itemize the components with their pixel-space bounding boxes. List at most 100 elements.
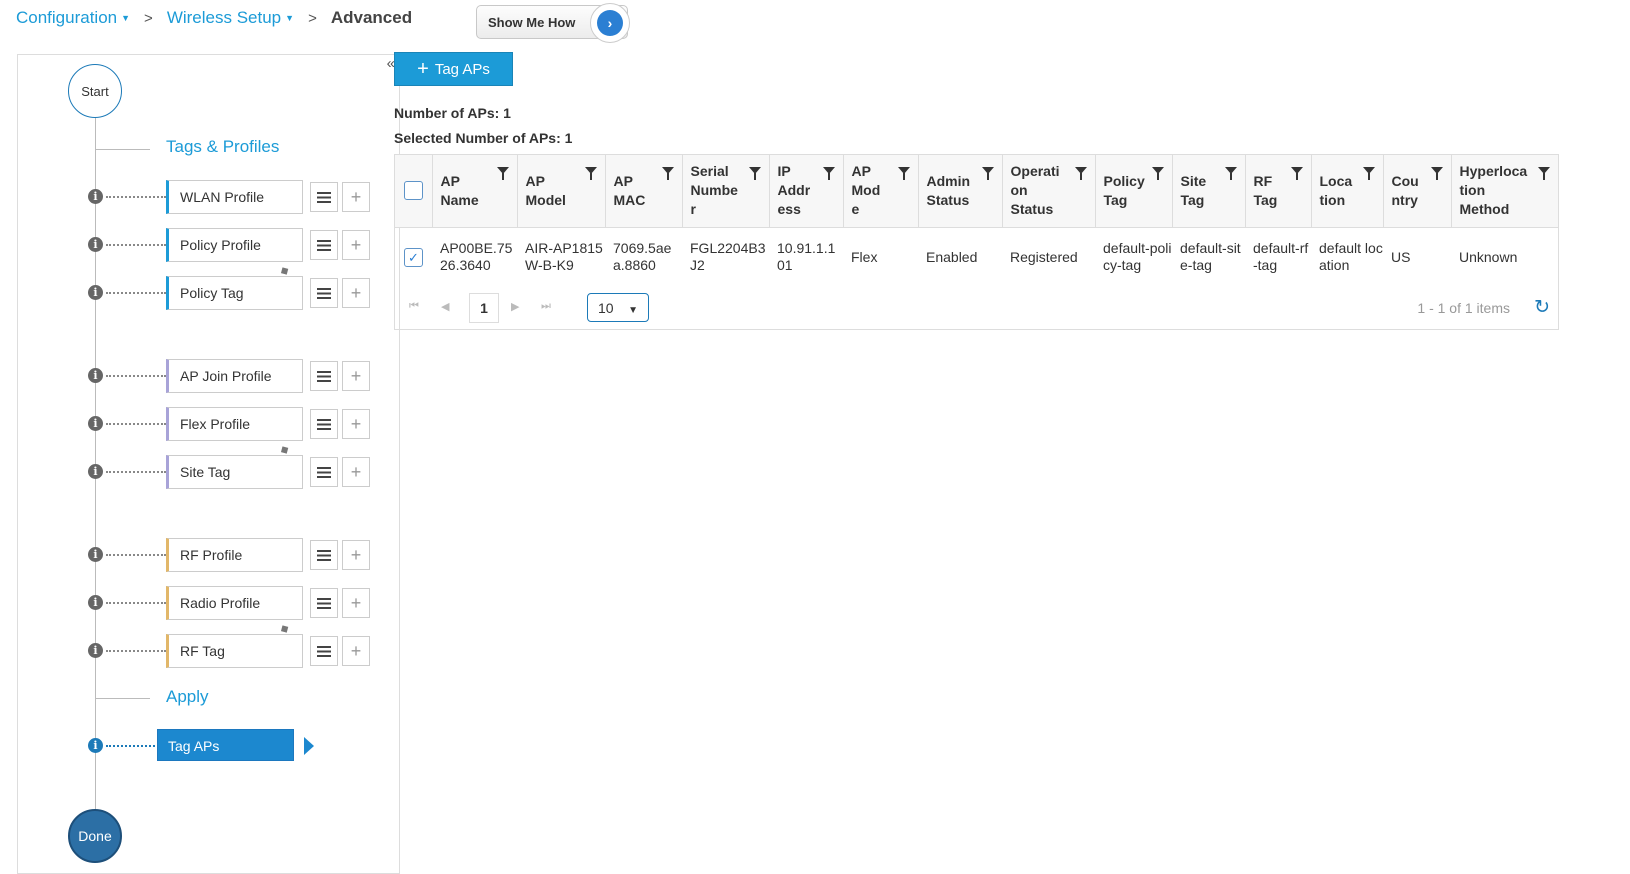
page-size-value: 10 (598, 300, 614, 316)
cell-ap-mode: Flex (851, 248, 878, 265)
info-icon[interactable]: i (88, 738, 103, 753)
info-icon[interactable]: i (88, 189, 103, 204)
show-me-how-button[interactable]: Show Me How › (476, 3, 630, 43)
first-page-icon[interactable]: ⏮ (409, 300, 419, 313)
filter-icon[interactable] (1290, 167, 1303, 180)
col-ap-mac[interactable]: AP MAC (605, 155, 683, 227)
step-site-tag[interactable]: Site Tag (166, 455, 303, 489)
list-button[interactable] (310, 278, 338, 308)
filter-icon[interactable] (822, 167, 835, 180)
step-flex-profile[interactable]: Flex Profile (166, 407, 303, 441)
info-icon[interactable]: i (88, 285, 103, 300)
tag-aps-button[interactable]: + Tag APs (394, 52, 513, 86)
filter-icon[interactable] (584, 167, 597, 180)
list-button[interactable] (310, 588, 338, 618)
info-icon[interactable]: i (88, 464, 103, 479)
breadcrumb-configuration[interactable]: Configuration ▼ (16, 8, 130, 28)
list-button[interactable] (310, 540, 338, 570)
filter-icon[interactable] (897, 167, 910, 180)
add-button[interactable]: + (342, 230, 370, 260)
col-policy-tag[interactable]: Policy Tag (1095, 155, 1173, 227)
filter-icon[interactable] (1224, 167, 1237, 180)
col-ap-mode[interactable]: AP Mod e (843, 155, 919, 227)
section-title-apply: Apply (166, 687, 209, 706)
last-page-icon[interactable]: ⏭ (541, 300, 551, 313)
list-button[interactable] (310, 636, 338, 666)
info-icon[interactable]: i (88, 595, 103, 610)
select-all-checkbox[interactable] (403, 181, 423, 201)
list-button[interactable] (310, 182, 338, 212)
filter-icon[interactable] (1074, 167, 1087, 180)
col-ap-model[interactable]: AP Model (517, 155, 606, 227)
col-label: Admin Status (926, 172, 971, 208)
step-rf-profile[interactable]: RF Profile (166, 538, 303, 572)
col-admin-status[interactable]: Admin Status (918, 155, 1003, 227)
show-me-how-circle[interactable]: › (590, 3, 630, 43)
info-icon[interactable]: i (88, 643, 103, 658)
add-button[interactable]: + (342, 278, 370, 308)
cell-admin-status: Enabled (926, 248, 978, 265)
current-page[interactable]: 1 (469, 293, 499, 323)
step-radio-profile[interactable]: Radio Profile (166, 586, 303, 620)
step-tag-aps[interactable]: Tag APs (157, 729, 294, 761)
start-node: Start (68, 64, 122, 118)
col-country[interactable]: Cou ntry (1383, 155, 1452, 227)
add-button[interactable]: + (342, 540, 370, 570)
add-button[interactable]: + (342, 409, 370, 439)
info-icon[interactable]: i (88, 416, 103, 431)
col-site-tag[interactable]: Site Tag (1172, 155, 1246, 227)
section-connector (96, 698, 150, 699)
col-operation-status[interactable]: Operati on Status (1002, 155, 1096, 227)
step-row-flex-profile: i Flex Profile + (18, 407, 398, 441)
col-location[interactable]: Loca tion (1311, 155, 1384, 227)
page-size-select[interactable]: 10 ▼ (587, 293, 649, 322)
add-button[interactable]: + (342, 182, 370, 212)
step-wlan-profile[interactable]: WLAN Profile (166, 180, 303, 214)
add-button[interactable]: + (342, 588, 370, 618)
info-icon[interactable]: i (88, 368, 103, 383)
list-button[interactable] (310, 361, 338, 391)
info-icon[interactable]: i (88, 237, 103, 252)
filter-icon[interactable] (661, 167, 674, 180)
filter-icon[interactable] (981, 167, 994, 180)
filter-icon[interactable] (1430, 167, 1443, 180)
step-row-site-tag: i Site Tag ◆ + (18, 443, 398, 489)
filter-icon[interactable] (496, 167, 509, 180)
list-button[interactable] (310, 457, 338, 487)
table-row[interactable]: ✓ AP00BE.7526.3640 AIR-AP1815W-B-K9 7069… (395, 227, 1558, 287)
step-policy-profile[interactable]: Policy Profile (166, 228, 303, 262)
filter-icon[interactable] (1538, 167, 1550, 180)
step-rf-tag[interactable]: RF Tag (166, 634, 303, 668)
col-ap-name[interactable]: AP Name (432, 155, 518, 227)
list-button[interactable] (310, 230, 338, 260)
refresh-icon[interactable]: ↻ (1534, 296, 1550, 319)
filter-icon[interactable] (1362, 167, 1375, 180)
col-ip-address[interactable]: IP Addr ess (769, 155, 844, 227)
breadcrumb-wireless-setup[interactable]: Wireless Setup ▼ (167, 8, 294, 28)
col-label: Site Tag (1180, 172, 1207, 208)
col-rf-tag[interactable]: RF Tag (1245, 155, 1312, 227)
row-checkbox[interactable]: ✓ (404, 247, 423, 267)
plus-icon: + (350, 413, 362, 434)
list-icon (317, 239, 331, 251)
active-step-arrow (304, 737, 314, 755)
dotted-connector (106, 292, 166, 294)
list-button[interactable] (310, 409, 338, 439)
ap-table: AP Name AP Model AP MAC Serial Numbe r IP Addr… (395, 155, 1558, 287)
filter-icon[interactable] (748, 167, 761, 180)
add-button[interactable]: + (342, 361, 370, 391)
step-ap-join-profile[interactable]: AP Join Profile (166, 359, 303, 393)
filter-icon[interactable] (1151, 167, 1164, 180)
info-icon[interactable]: i (88, 547, 103, 562)
table-header-row: AP Name AP Model AP MAC Serial Numbe r IP Addr… (395, 155, 1558, 227)
step-policy-tag[interactable]: Policy Tag (166, 276, 303, 310)
add-button[interactable]: + (342, 457, 370, 487)
col-hyperlocation-method[interactable]: Hyperloca tion Method (1451, 155, 1558, 227)
plus-icon: + (350, 282, 362, 303)
plus-icon: + (350, 365, 362, 386)
col-label: Hyperloca tion Method (1459, 163, 1528, 218)
prev-page-icon[interactable]: ◀ (441, 300, 449, 313)
next-page-icon[interactable]: ▶ (511, 300, 519, 313)
col-serial-number[interactable]: Serial Numbe r (682, 155, 770, 227)
add-button[interactable]: + (342, 636, 370, 666)
